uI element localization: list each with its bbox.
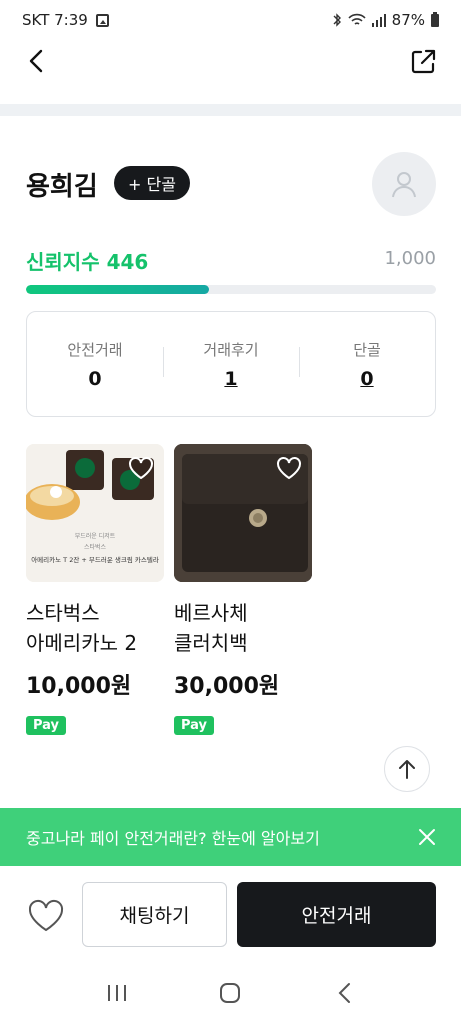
pay-badge: Pay xyxy=(26,716,67,735)
recent-apps-icon xyxy=(107,984,126,1001)
promo-banner[interactable]: 중고나라 페이 안전거래란? 한눈에 알아보기 xyxy=(0,808,461,866)
home-icon xyxy=(220,982,241,1003)
bluetooth-icon xyxy=(333,13,341,27)
app-bar xyxy=(0,40,461,90)
heart-icon[interactable] xyxy=(128,456,154,480)
gallery-notification-icon xyxy=(95,13,109,27)
pay-badge: Pay xyxy=(174,716,215,735)
status-bar: SKT 7:39 87% xyxy=(0,0,461,40)
stat-value: 0 xyxy=(88,367,102,390)
bottom-action-bar: 채팅하기 안전거래 xyxy=(0,866,461,961)
trust-progress-bar xyxy=(26,285,436,294)
product-thumbnail: 부드러운 디저트 스타벅스 아메리카노 T 2잔 + 부드러운 생크림 카스텔라 xyxy=(26,444,164,582)
chat-button[interactable]: 채팅하기 xyxy=(82,882,227,947)
avatar[interactable] xyxy=(372,152,436,216)
status-right: 87% xyxy=(332,11,439,29)
follow-button[interactable]: + 단골 xyxy=(114,166,190,200)
heart-outline-icon xyxy=(28,899,64,932)
thumb-caption: 부드러운 디저트 xyxy=(75,532,116,540)
stats-box: 안전거래 0 거래후기 1 단골 0 xyxy=(26,311,436,417)
stat-reviews[interactable]: 거래후기 1 xyxy=(163,339,299,390)
trust-row: 신뢰지수 446 1,000 xyxy=(26,246,436,276)
stat-label: 거래후기 xyxy=(203,340,259,359)
stat-label: 안전거래 xyxy=(67,340,123,359)
section-divider xyxy=(0,104,461,116)
battery-percent: 87% xyxy=(391,11,425,29)
battery-icon xyxy=(431,11,439,27)
home-button[interactable] xyxy=(210,973,250,1013)
product-price: 10,000원 xyxy=(26,674,132,699)
product-title: 스타벅스 아메리카노 2 카... xyxy=(26,601,138,655)
user-name: 용희김 xyxy=(26,172,98,202)
share-external-icon xyxy=(411,49,436,74)
carrier-time: SKT 7:39 xyxy=(22,11,88,29)
status-left: SKT 7:39 xyxy=(22,11,109,29)
safe-trade-button[interactable]: 안전거래 xyxy=(237,882,436,947)
heart-icon[interactable] xyxy=(276,456,302,480)
signal-icon xyxy=(371,13,386,27)
product-card[interactable]: 부드러운 디저트 스타벅스 아메리카노 T 2잔 + 부드러운 생크림 카스텔라… xyxy=(26,444,164,735)
product-title: 베르사체 클러치백 xyxy=(174,601,248,655)
trust-progress-fill xyxy=(26,285,209,294)
product-card[interactable]: 베르사체 클러치백 30,000원 Pay xyxy=(174,444,312,735)
promo-text: 중고나라 페이 안전거래란? 한눈에 알아보기 xyxy=(26,829,320,848)
stat-value: 1 xyxy=(224,367,238,390)
thumb-caption: 스타벅스 xyxy=(84,543,107,551)
wifi-icon xyxy=(348,13,366,25)
recent-apps-button[interactable] xyxy=(97,973,137,1013)
trust-score-label: 신뢰지수 446 xyxy=(26,250,149,274)
thumb-caption: 아메리카노 T 2잔 + 부드러운 생크림 카스텔라 xyxy=(31,555,159,564)
close-icon[interactable] xyxy=(417,827,437,847)
chevron-left-icon xyxy=(29,49,43,73)
share-button[interactable] xyxy=(409,48,437,76)
scroll-top-button[interactable] xyxy=(384,746,430,792)
system-back-button[interactable] xyxy=(324,973,364,1013)
wishlist-button[interactable] xyxy=(26,898,66,934)
stat-safe-trades[interactable]: 안전거래 0 xyxy=(27,339,163,390)
profile-section: 용희김 + 단골 xyxy=(26,150,436,220)
arrow-up-icon xyxy=(399,760,415,779)
system-nav-bar xyxy=(0,961,461,1024)
back-chevron-icon xyxy=(338,982,351,1003)
user-icon xyxy=(392,172,416,198)
product-price: 30,000원 xyxy=(174,674,280,699)
stat-followers[interactable]: 단골 0 xyxy=(299,339,435,390)
trust-max-value: 1,000 xyxy=(384,248,436,269)
back-button[interactable] xyxy=(24,48,50,74)
stat-value: 0 xyxy=(360,367,374,390)
product-thumbnail xyxy=(174,444,312,582)
stat-label: 단골 xyxy=(353,340,381,359)
